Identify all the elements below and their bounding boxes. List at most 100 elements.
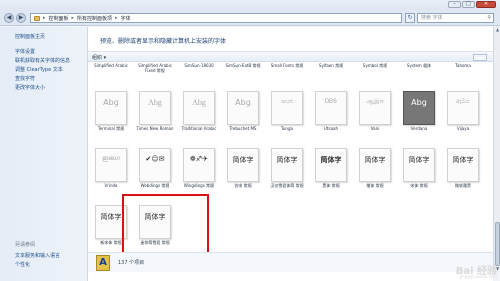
font-label: Vrinda bbox=[104, 183, 118, 188]
font-sample: 简体字 bbox=[320, 156, 342, 164]
content-header: 预览、删除或者显示和隐藏计算机上安装的字体 bbox=[88, 27, 493, 51]
font-sample: ஆஇஈ bbox=[366, 98, 384, 105]
font-preview: Abg bbox=[403, 91, 435, 125]
navigation-pane: 控制面板主页 字体设置 联机获取有关字体的信息 调整 ClearType 文本 … bbox=[0, 27, 88, 281]
font-preview: ඇබග bbox=[447, 91, 479, 125]
search-placeholder: 搜索 字体 bbox=[421, 15, 443, 21]
font-sample: ഇഌഗ bbox=[102, 155, 120, 162]
breadcrumb-fonts[interactable]: 字体 bbox=[121, 15, 131, 22]
font-label: System 粗体 bbox=[406, 63, 432, 68]
change-font-size-link[interactable]: 更改字体大小 bbox=[15, 84, 45, 91]
font-item[interactable]: ಅಬಗ Tunga bbox=[266, 91, 308, 136]
font-preview: ഇഌഗ bbox=[95, 148, 127, 182]
font-sample: 简体字 bbox=[452, 156, 474, 164]
font-label: Small Fonts 常规 bbox=[270, 63, 304, 68]
font-sample: 简体字 bbox=[232, 156, 254, 164]
font-preview: ᎠᏴᎦ bbox=[315, 91, 347, 125]
font-sample: ᎠᏴᎦ bbox=[325, 98, 337, 105]
font-label: 仿宋 常规 bbox=[234, 183, 252, 188]
font-item[interactable]: Abg Trebuchet MS bbox=[222, 91, 264, 136]
font-preview: ✔☺✉ bbox=[139, 148, 171, 182]
font-preview: 简体字 bbox=[403, 148, 435, 182]
font-sample: ಅಬಗ bbox=[281, 98, 293, 105]
font-item[interactable]: 简体字 宋体 常规 bbox=[398, 148, 440, 193]
font-item[interactable]: Abg Times New Roman bbox=[134, 91, 176, 136]
page-title: 预览、删除或者显示和隐藏计算机上安装的字体 bbox=[100, 38, 227, 45]
scroll-thumb[interactable] bbox=[495, 222, 500, 266]
back-arrow-icon[interactable]: ◀ bbox=[4, 13, 14, 23]
font-label: Vijaya bbox=[456, 126, 470, 131]
font-label: 黑体 常规 bbox=[322, 183, 340, 188]
font-preview: Abg bbox=[95, 91, 127, 125]
search-icon: ⚲ bbox=[487, 15, 491, 21]
view-options-button[interactable] bbox=[473, 54, 487, 61]
font-label: SimSun-ExtB 常规 bbox=[225, 63, 261, 68]
font-preview: ❁♐✈ bbox=[183, 148, 215, 182]
font-preview: 简体字 bbox=[271, 148, 303, 182]
control-panel-home-link[interactable]: 控制面板主页 bbox=[15, 33, 45, 40]
font-item[interactable]: 简体字 微软雅黑 bbox=[442, 148, 484, 193]
font-sample: ❁♐✈ bbox=[189, 155, 208, 163]
address-bar[interactable]: ▸ 控制面板 ▸ 所有控制面板项 ▸ 字体 bbox=[30, 13, 402, 23]
organize-button[interactable]: 组织 ▾ bbox=[92, 54, 106, 61]
forward-arrow-icon[interactable]: ▶ bbox=[16, 13, 26, 23]
font-label: Wingdings 常规 bbox=[183, 183, 215, 188]
font-sample: Abg bbox=[192, 98, 206, 107]
font-item[interactable]: Abg Terminal 常规 bbox=[90, 91, 132, 136]
scroll-up-icon[interactable]: ▲ bbox=[494, 27, 500, 33]
font-sample: 简体字 bbox=[408, 156, 430, 164]
fonts-folder-icon: A bbox=[96, 255, 110, 271]
font-sample: Abg bbox=[411, 98, 427, 107]
font-item[interactable]: 简体字 楷体 常规 bbox=[354, 148, 396, 193]
folder-icon bbox=[34, 15, 40, 21]
status-bar: A 137 个项目 bbox=[88, 252, 493, 272]
font-item[interactable]: 简体字 仿宋 常规 bbox=[222, 148, 264, 193]
personalization-link[interactable]: 个性化 bbox=[15, 261, 30, 268]
window-controls: – □ ✕ bbox=[448, 1, 496, 8]
font-label: 楷体 常规 bbox=[366, 183, 384, 188]
font-preview: Abg bbox=[183, 91, 215, 125]
font-preview: ஆஇஈ bbox=[359, 91, 391, 125]
refresh-icon[interactable]: ↻ bbox=[405, 13, 415, 23]
font-preview: ಅಬಗ bbox=[271, 91, 303, 125]
font-label: 汉仪雪君体简 常规 bbox=[270, 183, 304, 188]
font-preview: 简体字 bbox=[359, 148, 391, 182]
font-preview: Abg bbox=[227, 91, 259, 125]
watermark: Bai 经验 jingyan.baidu.com bbox=[456, 262, 497, 279]
font-sample: Abg bbox=[103, 98, 119, 107]
font-item[interactable]: ❁♐✈ Wingdings 常规 bbox=[178, 148, 220, 193]
font-item[interactable]: ✔☺✉ Webdings 常规 bbox=[134, 148, 176, 193]
online-font-info-link[interactable]: 联机获取有关字体的信息 bbox=[15, 57, 70, 64]
title-bar: – □ ✕ bbox=[0, 0, 500, 10]
font-item[interactable]: ᎠᏴᎦ Utsaah bbox=[310, 91, 352, 136]
text-services-link[interactable]: 文本服务和输入语言 bbox=[15, 252, 60, 259]
font-item[interactable]: ഇഌഗ Vrinda bbox=[90, 148, 132, 193]
font-item[interactable]: 简体字 黑体 常规 bbox=[310, 148, 352, 193]
close-button[interactable]: ✕ bbox=[476, 1, 496, 8]
cleartype-link[interactable]: 调整 ClearType 文本 bbox=[15, 66, 63, 73]
font-sample: 简体字 bbox=[276, 156, 298, 164]
font-preview: 简体字 bbox=[227, 148, 259, 182]
font-label: Times New Roman bbox=[136, 126, 174, 131]
font-label: Sylfaen 常规 bbox=[318, 63, 344, 68]
font-label: Trebuchet MS bbox=[229, 126, 257, 131]
address-toolbar: ◀ ▶ ▸ 控制面板 ▸ 所有控制面板项 ▸ 字体 ↻ 搜索 字体 ⚲ bbox=[0, 10, 500, 26]
vertical-scrollbar[interactable]: ▲ ▼ bbox=[493, 27, 500, 272]
command-bar: 组织 ▾ bbox=[88, 51, 493, 62]
find-character-link[interactable]: 查找字符 bbox=[15, 75, 35, 82]
font-label: Symbol 常规 bbox=[362, 63, 388, 68]
font-label: Simplified Arabic Fixed 常规 bbox=[138, 63, 172, 73]
font-item[interactable]: ඇබග Vijaya bbox=[442, 91, 484, 136]
search-input[interactable]: 搜索 字体 ⚲ bbox=[417, 13, 494, 23]
font-label: Vani bbox=[370, 126, 380, 131]
maximize-button[interactable]: □ bbox=[462, 1, 475, 8]
font-preview: 简体字 bbox=[315, 148, 347, 182]
minimize-button[interactable]: – bbox=[448, 1, 461, 8]
font-item[interactable]: ஆஇஈ Vani bbox=[354, 91, 396, 136]
breadcrumb-control-panel[interactable]: 控制面板 bbox=[49, 15, 69, 22]
breadcrumb-all-items[interactable]: 所有控制面板项 bbox=[77, 15, 112, 22]
font-item-selected[interactable]: Abg Verdana bbox=[398, 91, 440, 136]
font-settings-link[interactable]: 字体设置 bbox=[15, 48, 35, 55]
font-item[interactable]: 简体字汉仪雪君体简 常规 bbox=[266, 148, 308, 193]
font-item[interactable]: Abg Traditional Arabic bbox=[178, 91, 220, 136]
